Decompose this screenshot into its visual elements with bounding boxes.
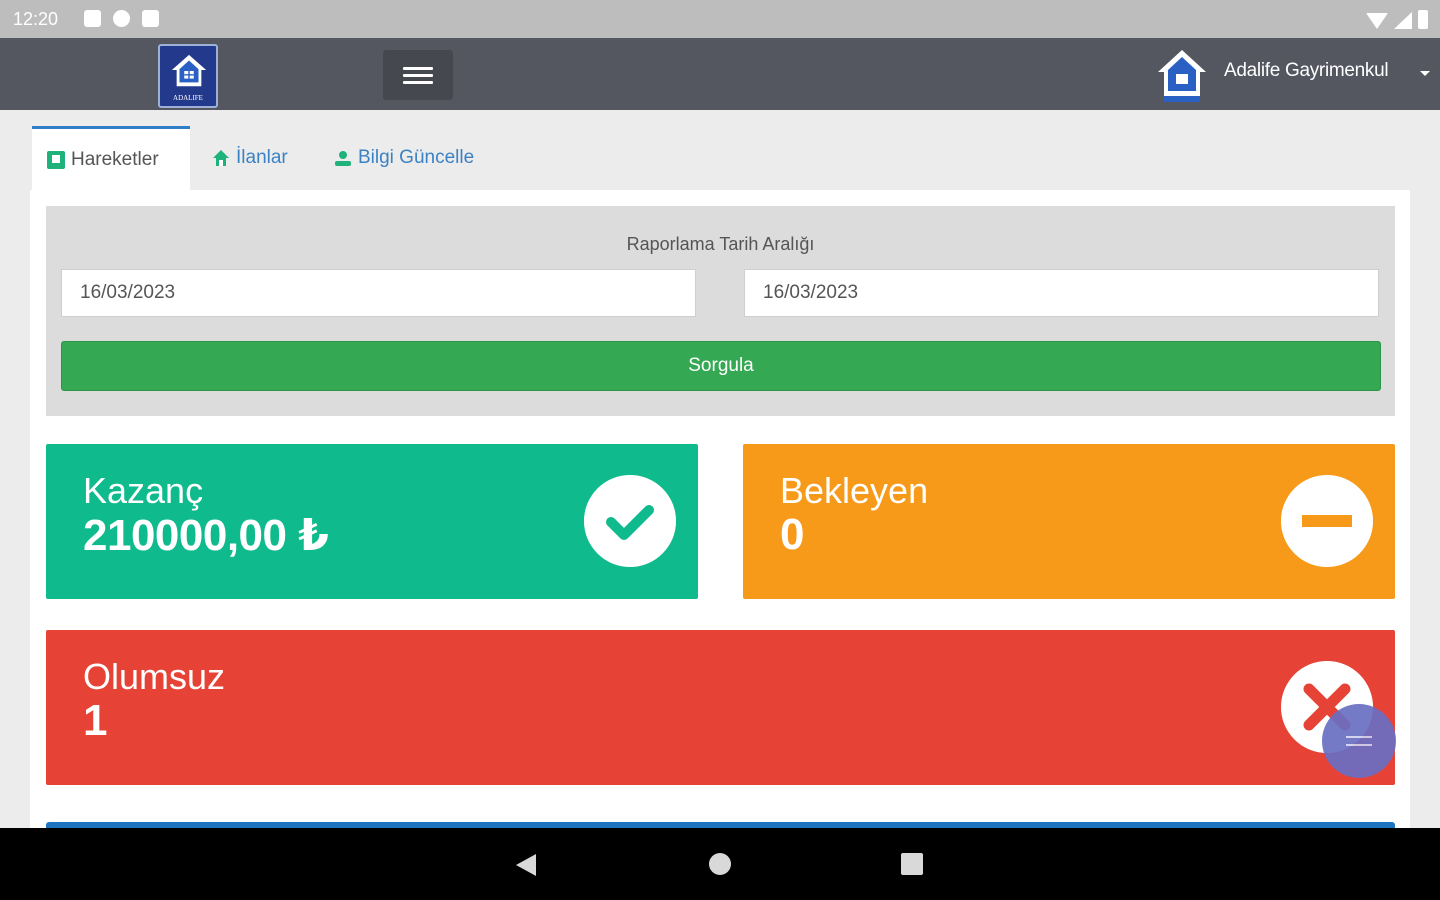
menu-icon [1346,736,1372,752]
floating-menu-button[interactable] [1322,704,1396,778]
stat-label: Olumsuz [83,656,226,697]
end-date-field[interactable] [744,269,1379,317]
date-filter-panel: Raporlama Tarih Aralığı Sorgula [46,206,1395,416]
recent-apps-icon[interactable] [901,853,923,875]
back-icon[interactable] [516,854,536,876]
logo-text: ADALIFE [173,94,203,102]
stat-card-bekleyen[interactable]: Bekleyen 0 [743,444,1395,599]
register-icon [47,150,65,169]
system-status-bar: 12:20 [0,0,1440,38]
stat-card-kazanc[interactable]: Kazanç 210000,00 ₺ [46,444,698,599]
filter-title: Raporlama Tarih Aralığı [626,234,815,254]
tab-label: Hareketler [71,148,159,170]
system-navigation-bar [0,828,1440,900]
tab-hareketler[interactable]: Hareketler [32,126,190,190]
caret-down-icon[interactable] [1420,71,1430,76]
tab-label: Bilgi Güncelle [358,147,475,168]
stat-value: 210000,00 ₺ [83,511,329,560]
content-panel: Hareketler İlanlar Bilgi Güncelle Raporl… [30,124,1410,844]
query-button[interactable]: Sorgula [61,341,1381,391]
menu-toggle-button[interactable] [383,50,453,100]
stat-label: Kazanç [83,470,204,511]
home-icon [213,150,229,166]
notification-icon [84,10,101,27]
system-icons [1366,10,1428,29]
hamburger-icon [403,67,433,88]
check-circle-icon [584,475,676,567]
start-date-field[interactable] [61,269,696,317]
minus-circle-icon [1281,475,1373,567]
sd-card-icon [142,10,159,27]
status-time: 12:20 [13,9,59,29]
stat-card-olumsuz[interactable]: Olumsuz 1 [46,630,1395,785]
app-navbar: ADALIFE Adalife Gayrimenkul [0,38,1440,110]
tab-label: İlanlar [236,147,288,168]
house-logo-icon [171,54,207,87]
user-menu-name[interactable]: Adalife Gayrimenkul [1224,60,1389,82]
brand-logo[interactable]: ADALIFE [158,44,218,108]
stat-value: 1 [83,696,107,745]
signal-icon [1394,12,1412,29]
stat-label: Bekleyen [780,470,929,511]
home-button-icon[interactable] [709,853,731,875]
tab-bilgi-guncelle[interactable]: Bilgi Güncelle [334,126,474,190]
user-avatar-icon[interactable] [1156,48,1208,104]
tab-bar: Hareketler İlanlar Bilgi Güncelle [30,124,1410,190]
stat-value: 0 [780,510,804,559]
parking-icon [113,10,130,27]
user-icon [335,151,351,166]
tab-ilanlar[interactable]: İlanlar [212,126,288,190]
notification-icons [84,10,159,27]
battery-icon [1418,10,1428,29]
wifi-icon [1366,13,1388,29]
